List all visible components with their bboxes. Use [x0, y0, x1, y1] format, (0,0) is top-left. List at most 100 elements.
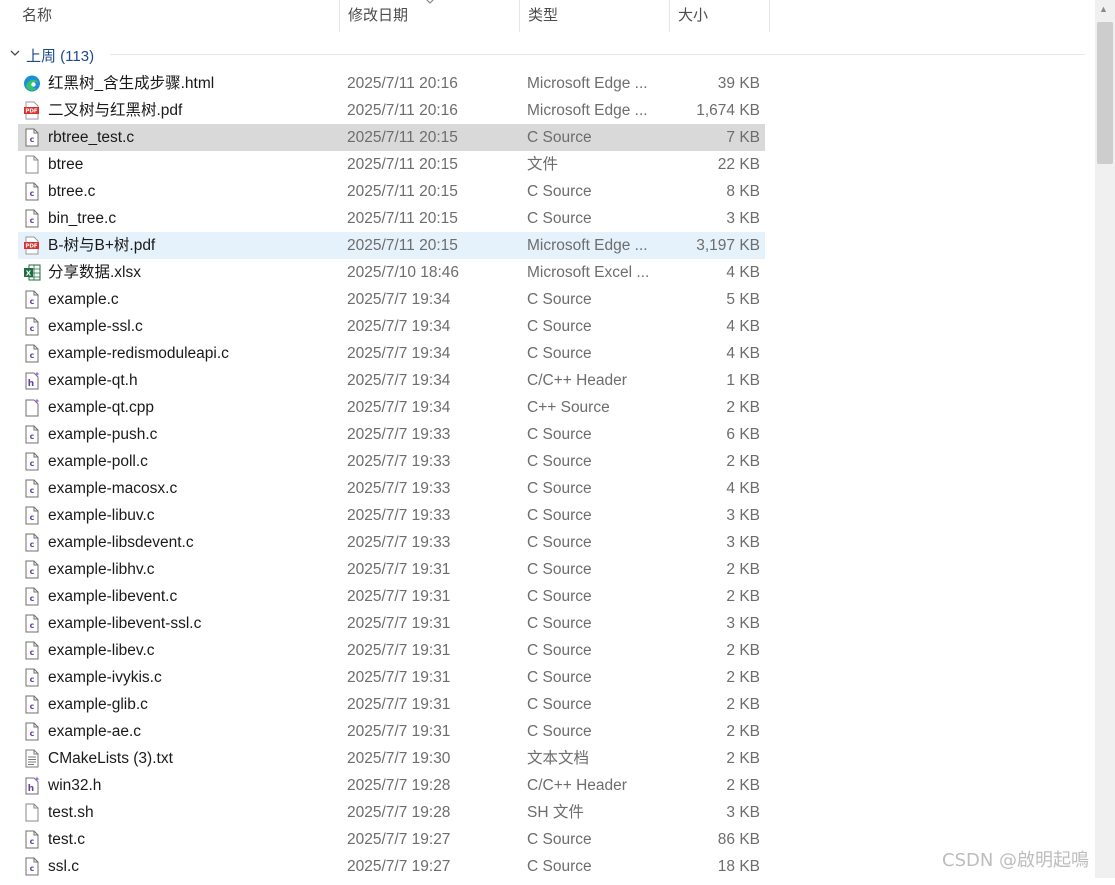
file-type: C Source	[527, 291, 592, 308]
file-row[interactable]: c example-ae.c 2025/7/7 19:31 C Source 2 KB	[18, 718, 765, 745]
file-date: 2025/7/11 20:16	[347, 102, 458, 119]
column-type[interactable]: 类型	[520, 0, 670, 32]
c-file-icon: c	[23, 344, 41, 363]
pdf-icon: PDF	[23, 236, 41, 255]
file-row[interactable]: PDF 二叉树与红黑树.pdf 2025/7/11 20:16 Microsoft E…	[18, 97, 765, 124]
file-date: 2025/7/7 19:33	[347, 453, 451, 470]
file-date: 2025/7/7 19:27	[347, 831, 451, 848]
file-size: 1,674 KB	[696, 102, 760, 119]
file-size: 4 KB	[726, 345, 760, 362]
file-row[interactable]: CMakeLists (3).txt 2025/7/7 19:30 文本文档 2 KB	[18, 745, 765, 772]
file-row[interactable]: h example-qt.h 2025/7/7 19:34 C/C++ Header 1…	[18, 367, 765, 394]
svg-text:c: c	[30, 324, 35, 333]
c-file-icon: c	[23, 533, 41, 552]
file-row[interactable]: c example-libevent-ssl.c 2025/7/7 19:31 C S…	[18, 610, 765, 637]
file-row[interactable]: c example-libhv.c 2025/7/7 19:31 C Source 2 …	[18, 556, 765, 583]
file-row[interactable]: c example-macosx.c 2025/7/7 19:33 C Source 4…	[18, 475, 765, 502]
file-size: 4 KB	[726, 264, 760, 281]
scroll-up-icon[interactable]: ▲	[1099, 4, 1108, 14]
file-row[interactable]: c btree.c 2025/7/11 20:15 C Source 8 KB	[18, 178, 765, 205]
svg-text:c: c	[30, 675, 35, 684]
file-size: 8 KB	[726, 183, 760, 200]
file-type: C Source	[527, 588, 592, 605]
file-date: 2025/7/11 20:15	[347, 237, 458, 254]
file-name: B-树与B+树.pdf	[48, 237, 156, 254]
file-date: 2025/7/11 20:15	[347, 129, 458, 146]
file-row[interactable]: X 分享数据.xlsx 2025/7/10 18:46 Microsoft Excel…	[18, 259, 765, 286]
file-row[interactable]: c example-libsdevent.c 2025/7/7 19:33 C Sou…	[18, 529, 765, 556]
file-row[interactable]: c example-libev.c 2025/7/7 19:31 C Source 2 …	[18, 637, 765, 664]
file-name: example-push.c	[48, 426, 158, 443]
file-row[interactable]: PDF B-树与B+树.pdf 2025/7/11 20:15 Microsoft E…	[18, 232, 765, 259]
file-type: C Source	[527, 696, 592, 713]
file-row[interactable]: c example-redismoduleapi.c 2025/7/7 19:34 C…	[18, 340, 765, 367]
file-row[interactable]: c example.c 2025/7/7 19:34 C Source 5 KB	[18, 286, 765, 313]
c-file-icon: c	[23, 425, 41, 444]
file-size: 2 KB	[726, 669, 760, 686]
chevron-down-icon[interactable]	[8, 46, 22, 60]
file-row[interactable]: 红黑树_含生成步骤.html 2025/7/11 20:16 Microsoft E…	[18, 70, 765, 97]
file-size: 2 KB	[726, 777, 760, 794]
file-date: 2025/7/7 19:31	[347, 588, 451, 605]
file-row[interactable]: c ssl.c 2025/7/7 19:27 C Source 18 KB	[18, 853, 765, 880]
file-date: 2025/7/7 19:34	[347, 399, 451, 416]
svg-text:X: X	[26, 269, 32, 277]
c-file-icon: c	[23, 587, 41, 606]
file-date: 2025/7/10 18:46	[347, 264, 460, 281]
watermark: CSDN @啟明起鳴	[942, 850, 1090, 871]
file-date: 2025/7/7 19:33	[347, 480, 451, 497]
file-date: 2025/7/11 20:15	[347, 183, 458, 200]
file-date: 2025/7/7 19:31	[347, 696, 451, 713]
c-file-icon: c	[23, 641, 41, 660]
file-size: 39 KB	[717, 75, 760, 92]
file-size: 3 KB	[726, 615, 760, 632]
file-row[interactable]: c example-libuv.c 2025/7/7 19:33 C Source 3 …	[18, 502, 765, 529]
file-name: example-poll.c	[48, 453, 148, 470]
file-name: btree	[48, 156, 84, 173]
file-size: 2 KB	[726, 399, 760, 416]
file-row[interactable]: h win32.h 2025/7/7 19:28 C/C++ Header 2 KB	[18, 772, 765, 799]
edge-icon	[23, 74, 41, 93]
text-file-icon	[23, 749, 41, 768]
file-name: 红黑树_含生成步骤.html	[48, 75, 215, 92]
file-size: 2 KB	[726, 561, 760, 578]
file-row[interactable]: example-qt.cpp 2025/7/7 19:34 C++ Source 2 …	[18, 394, 765, 421]
file-row[interactable]: c bin_tree.c 2025/7/11 20:15 C Source 3 KB	[18, 205, 765, 232]
file-row[interactable]: c example-push.c 2025/7/7 19:33 C Source 6 K…	[18, 421, 765, 448]
file-row[interactable]: c rbtree_test.c 2025/7/11 20:15 C Source 7 K…	[18, 124, 765, 151]
column-name[interactable]: 名称	[0, 0, 340, 32]
file-type: C Source	[527, 318, 592, 335]
file-type: Microsoft Edge ...	[527, 237, 648, 254]
file-name: example-qt.h	[48, 372, 138, 389]
c-file-icon: c	[23, 668, 41, 687]
column-header: 名称 修改日期 类型 大小	[0, 0, 770, 32]
file-date: 2025/7/7 19:34	[347, 345, 451, 362]
file-row[interactable]: c test.c 2025/7/7 19:27 C Source 86 KB	[18, 826, 765, 853]
column-size[interactable]: 大小	[670, 0, 770, 32]
file-row[interactable]: c example-ssl.c 2025/7/7 19:34 C Source 4 KB	[18, 313, 765, 340]
svg-text:c: c	[30, 486, 35, 495]
file-name: example-ssl.c	[48, 318, 143, 335]
column-type-label: 类型	[528, 7, 559, 24]
group-header-last-week[interactable]: 上周 (113)	[0, 40, 1090, 68]
svg-text:c: c	[30, 864, 35, 873]
header-file-icon: h	[23, 776, 41, 795]
file-row[interactable]: btree 2025/7/11 20:15 文件 22 KB	[18, 151, 765, 178]
svg-text:c: c	[30, 459, 35, 468]
file-type: Microsoft Edge ...	[527, 102, 648, 119]
c-file-icon: c	[23, 317, 41, 336]
file-row[interactable]: c example-libevent.c 2025/7/7 19:31 C Sourc…	[18, 583, 765, 610]
file-row[interactable]: c example-poll.c 2025/7/7 19:33 C Source 2 K…	[18, 448, 765, 475]
file-size: 2 KB	[726, 642, 760, 659]
svg-text:c: c	[30, 513, 35, 522]
file-row[interactable]: c example-glib.c 2025/7/7 19:31 C Source 2 K…	[18, 691, 765, 718]
file-row[interactable]: test.sh 2025/7/7 19:28 SH 文件 3 KB	[18, 799, 765, 826]
column-size-label: 大小	[678, 7, 709, 24]
file-name: test.sh	[48, 804, 94, 821]
file-row[interactable]: c example-ivykis.c 2025/7/7 19:31 C Source 2…	[18, 664, 765, 691]
file-date: 2025/7/7 19:34	[347, 291, 451, 308]
scrollbar-thumb[interactable]	[1097, 22, 1113, 164]
svg-text:c: c	[30, 837, 35, 846]
file-type: C++ Source	[527, 399, 610, 416]
file-date: 2025/7/7 19:28	[347, 777, 451, 794]
